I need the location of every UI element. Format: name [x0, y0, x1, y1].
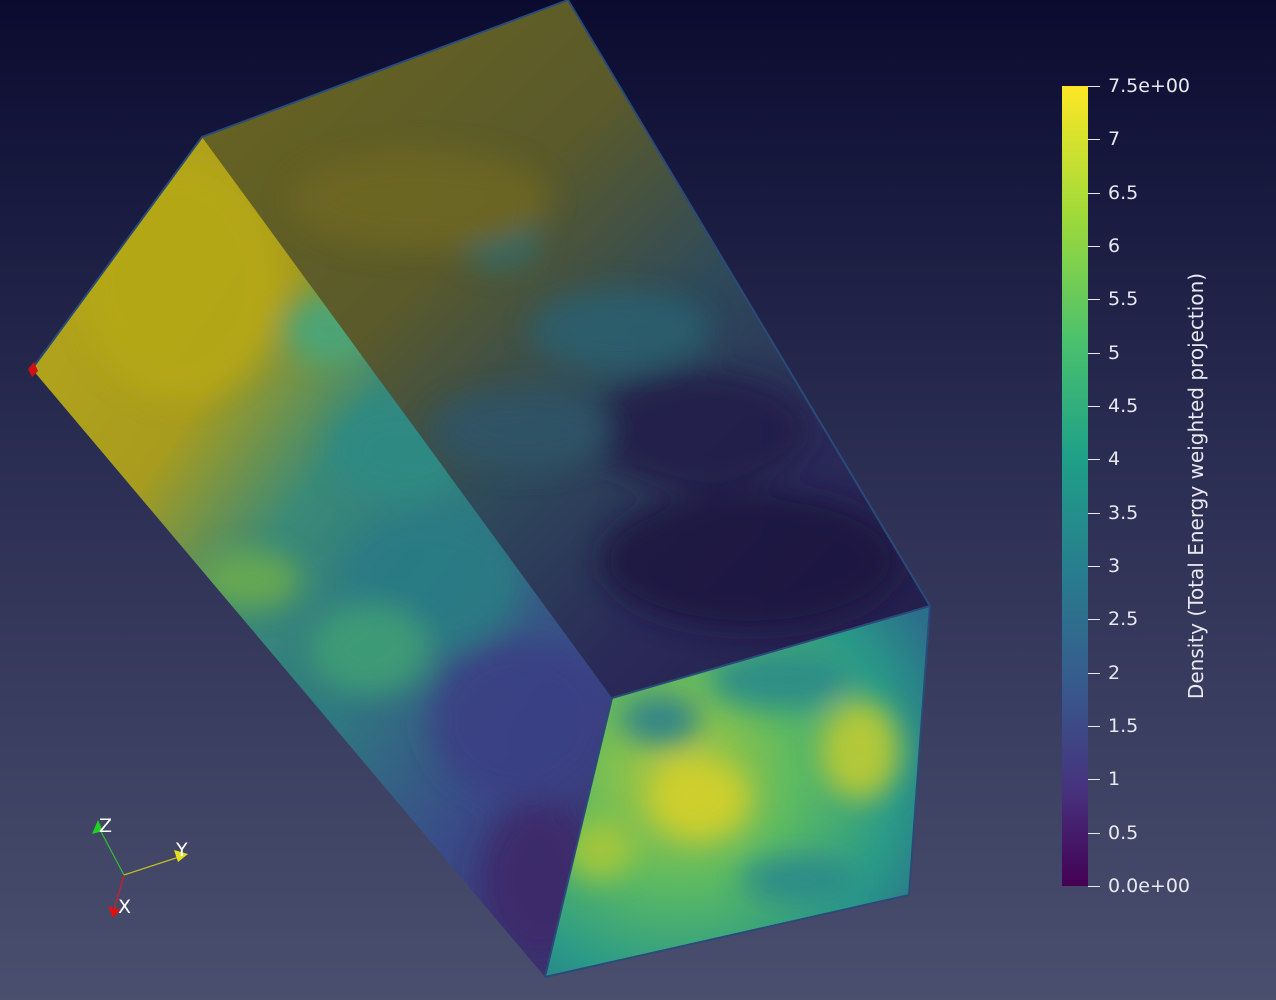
color-legend-tick-label: 2.5 — [1108, 608, 1139, 631]
color-legend-tick — [1088, 726, 1100, 727]
color-legend-tick-label: 5 — [1108, 341, 1121, 364]
color-legend-tick — [1088, 779, 1100, 781]
color-legend-tick — [1088, 566, 1100, 567]
color-legend-title: Density (Total Energy weighted projectio… — [1184, 272, 1208, 700]
color-legend-tick — [1088, 299, 1100, 301]
color-legend-tick — [1088, 459, 1100, 461]
color-legend-tick — [1088, 139, 1100, 141]
color-legend-tick-label: 1.5 — [1108, 715, 1139, 737]
z-axis-label: Z — [99, 815, 112, 837]
color-legend-tick-label: 0.5 — [1108, 821, 1139, 844]
color-legend-tick — [1088, 512, 1100, 514]
color-legend-tick-label: 4.5 — [1108, 395, 1139, 417]
color-legend-tick — [1088, 672, 1100, 674]
color-legend-tick-label: 7 — [1108, 128, 1121, 151]
x-axis-label: X — [118, 896, 131, 918]
color-legend-tick-label: 5.5 — [1108, 288, 1139, 311]
color-legend-tick — [1088, 86, 1100, 87]
color-legend-tick — [1088, 886, 1100, 887]
color-legend-tick-label: 7.5e+00 — [1108, 75, 1191, 97]
color-legend-tick — [1088, 406, 1100, 407]
y-axis-line — [123, 855, 183, 876]
color-legend-tick-label: 3.5 — [1108, 501, 1139, 524]
color-legend-tick-label: 3 — [1108, 555, 1121, 577]
orientation-axes[interactable]: Z Y X — [70, 800, 220, 940]
color-legend-tick — [1088, 832, 1100, 834]
color-legend-tick-label: 1 — [1108, 768, 1121, 791]
color-legend-tick — [1088, 619, 1100, 621]
color-legend-bar — [1062, 86, 1088, 886]
color-legend-tick — [1088, 246, 1100, 247]
color-legend-tick-label: 4 — [1108, 448, 1121, 471]
color-legend-tick-label: 6 — [1108, 235, 1121, 257]
color-legend-tick-label: 6.5 — [1108, 181, 1139, 204]
color-legend-tick — [1088, 352, 1100, 354]
y-axis-label: Y — [175, 839, 188, 861]
color-legend-tick-label: 2 — [1108, 661, 1121, 684]
color-legend-tick — [1088, 192, 1100, 194]
color-legend-tick-label: 0.0e+00 — [1108, 875, 1191, 897]
